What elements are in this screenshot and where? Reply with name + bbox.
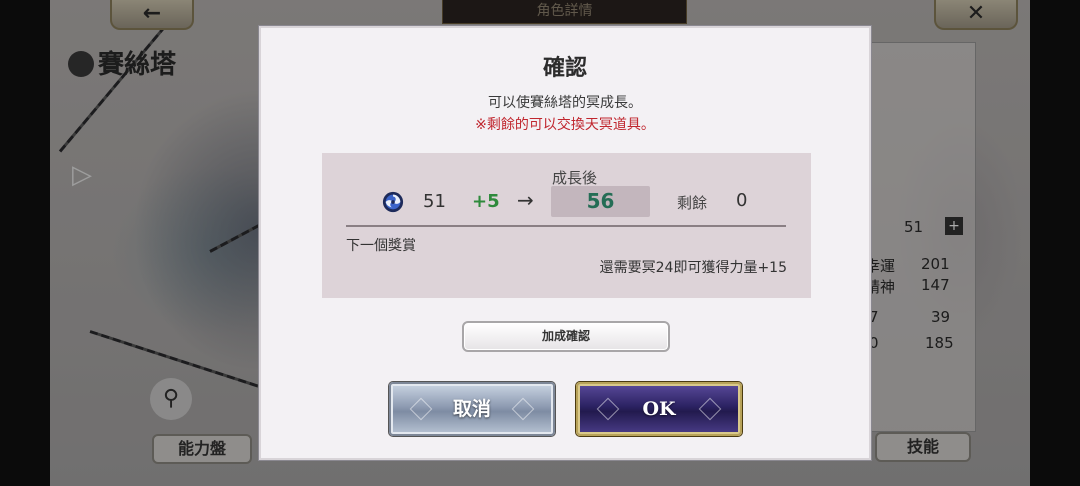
diamond-ornament-icon — [511, 397, 535, 421]
dialog-warning: ※剩餘的可以交換天冥道具。 — [475, 117, 655, 133]
after-growth-value: 56 — [551, 186, 650, 217]
confirm-dialog: 確認 可以使賽絲塔的冥成長。 ※剩餘的可以交換天冥道具。 成長後 51 +5 →… — [259, 26, 871, 460]
next-reward-requirement: 還需要冥24即可獲得力量+15 — [599, 260, 787, 276]
cancel-button[interactable]: 取消 — [389, 382, 555, 436]
growth-row: 51 +5 → 56 剩餘 0 — [322, 186, 811, 220]
divider — [346, 225, 786, 227]
diamond-ornament-icon — [409, 397, 433, 421]
cancel-button-label: 取消 — [452, 398, 491, 420]
growth-info-box: 成長後 51 +5 → 56 剩餘 0 下一個獎賞 還需要冥24即可獲得力量+1… — [322, 153, 811, 298]
next-reward-label: 下一個獎賞 — [346, 238, 416, 254]
increase-value: +5 — [472, 191, 500, 212]
dialog-title: 確認 — [542, 56, 587, 81]
remaining-label: 剩餘 — [677, 194, 708, 212]
diamond-ornament-icon — [596, 397, 620, 421]
arrow-right-icon: → — [517, 188, 534, 212]
after-growth-label: 成長後 — [552, 169, 598, 187]
remaining-value: 0 — [736, 190, 748, 211]
ok-button-label: OK — [642, 398, 676, 420]
current-value: 51 — [423, 191, 446, 212]
bonus-confirm-button[interactable]: 加成確認 — [462, 321, 670, 352]
swirl-icon — [382, 191, 404, 213]
diamond-ornament-icon — [698, 397, 722, 421]
ok-button[interactable]: OK — [576, 382, 742, 436]
dialog-message: 可以使賽絲塔的冥成長。 — [488, 95, 642, 111]
